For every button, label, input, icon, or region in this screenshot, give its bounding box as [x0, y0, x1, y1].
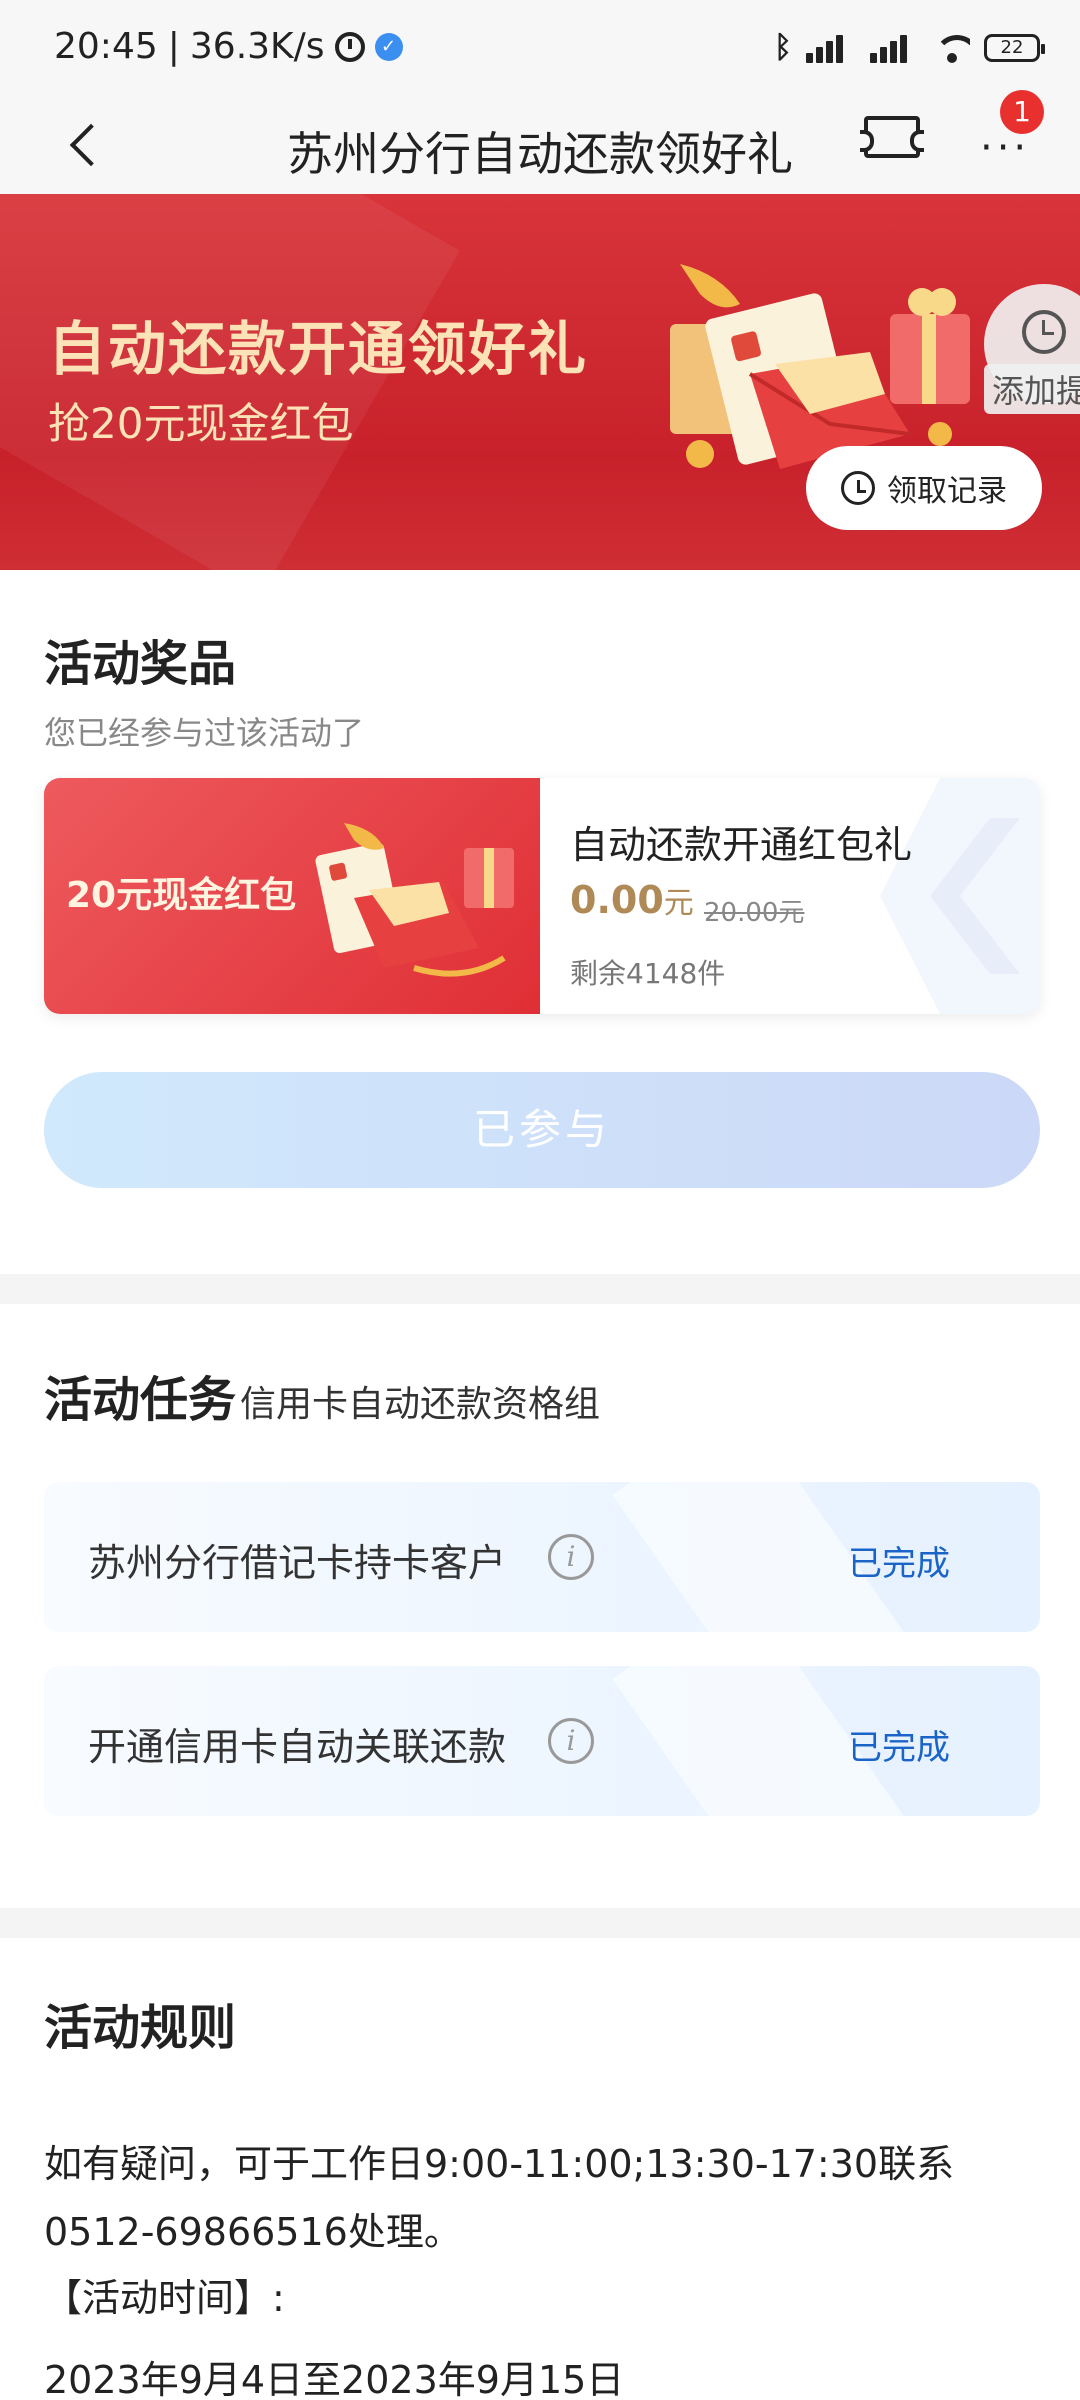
clock-icon [1022, 310, 1066, 354]
alarm-icon [334, 31, 365, 62]
status-time: 20:45 [54, 26, 158, 67]
wifi-icon [934, 33, 970, 63]
bluetooth-icon: ᛒ [774, 30, 792, 65]
prize-image: 20元现金红包 [44, 778, 540, 1014]
ticket-icon[interactable] [860, 116, 924, 158]
joined-button[interactable]: 已参与 [44, 1072, 1040, 1188]
prize-name: 自动还款开通红包礼 [570, 823, 913, 867]
claim-record-label: 领取记录 [887, 474, 1007, 509]
rules-time-value: 2023年9月4日至2023年9月15日 [44, 2358, 625, 2400]
tasks-title: 活动任务 [44, 1372, 237, 1428]
signal-icon-2 [870, 33, 920, 63]
prizes-title: 活动奖品 [44, 636, 237, 692]
prize-image-label: 20元现金红包 [66, 875, 297, 916]
status-left: 20:45 | 36.3K/s ✓ [54, 26, 403, 67]
prize-price: 0.00元 [570, 878, 694, 922]
info-icon[interactable]: i [548, 1534, 594, 1580]
task-status: 已完成 [848, 1544, 950, 1584]
history-icon [841, 471, 875, 505]
prize-card[interactable]: 20元现金红包 自动还款开通红包礼 0.00元 20.00元 剩余4148件 [44, 778, 1040, 1014]
task-label: 苏州分行借记卡持卡客户 [88, 1541, 507, 1585]
tasks-subtitle: 信用卡自动还款资格组 [240, 1384, 601, 1425]
verified-icon: ✓ [374, 32, 403, 61]
status-bar: 20:45 | 36.3K/s ✓ ᛒ 22 [0, 0, 1080, 96]
nav-bar: 苏州分行自动还款领好礼 ··· [0, 96, 1080, 194]
task-status: 已完成 [848, 1728, 950, 1768]
prize-price-value: 0.00 [570, 878, 664, 922]
tasks-header: 活动任务 信用卡自动还款资格组 [44, 1360, 600, 1430]
claim-record-button[interactable]: 领取记录 [806, 446, 1042, 530]
prize-original-price: 20.00元 [704, 898, 805, 928]
network-speed: 36.3K/s [189, 26, 325, 67]
gift-illustration-small [315, 823, 514, 977]
rules-contact-text: 如有疑问，可于工作日9:00-11:00;13:30-17:30联系0512-6… [44, 2142, 955, 2254]
add-reminder-label: 添加提 [984, 364, 1080, 414]
prizes-subtitle: 您已经参与过该活动了 [44, 714, 365, 752]
section-divider [0, 1274, 1080, 1304]
prize-price-unit: 元 [663, 886, 694, 921]
status-separator: | [167, 26, 180, 67]
banner-subtitle: 抢20元现金红包 [48, 399, 354, 448]
section-divider [0, 1908, 1080, 1938]
banner-title: 自动还款开通领好礼 [48, 315, 589, 383]
task-item: 开通信用卡自动关联还款 i 已完成 [44, 1666, 1040, 1816]
rules-title: 活动规则 [44, 2000, 237, 2056]
promo-banner: 自动还款开通领好礼 抢20元现金红包 领取记录 [0, 194, 1080, 570]
battery-icon: 22 [984, 33, 1045, 62]
signal-icon-1 [806, 33, 856, 63]
prize-stock: 剩余4148件 [570, 957, 726, 990]
notification-badge: 1 [1000, 90, 1044, 134]
task-label: 开通信用卡自动关联还款 [88, 1725, 507, 1769]
info-icon[interactable]: i [548, 1718, 594, 1764]
more-icon: ··· [980, 125, 1031, 171]
rules-time-heading: 【活动时间】: [44, 2276, 285, 2320]
task-item: 苏州分行借记卡持卡客户 i 已完成 [44, 1482, 1040, 1632]
status-right: ᛒ 22 [774, 30, 1045, 65]
